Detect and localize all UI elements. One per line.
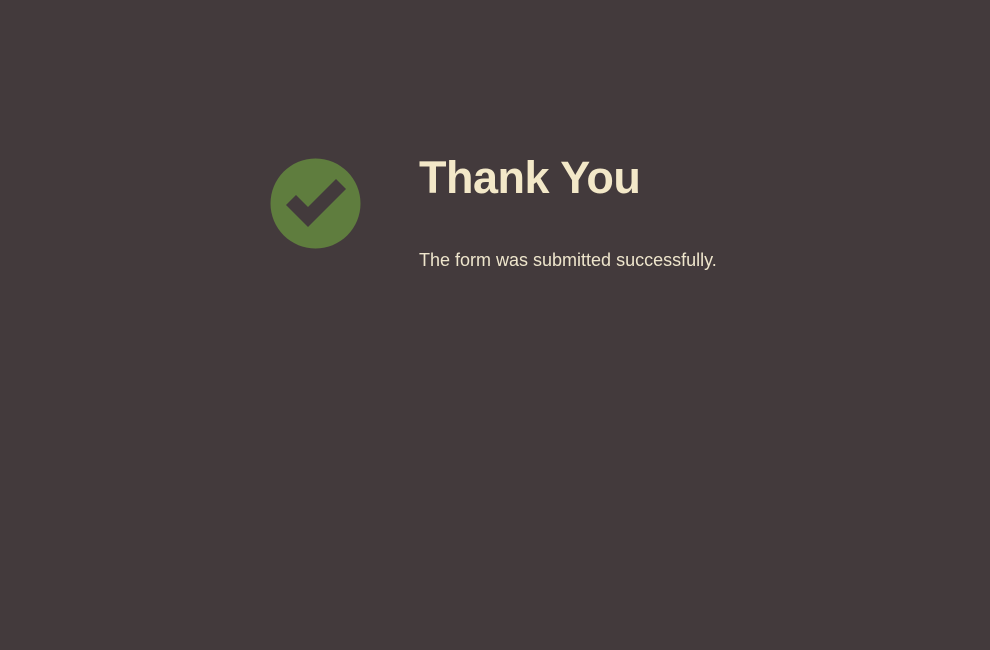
check-circle-icon	[270, 158, 361, 249]
success-message: The form was submitted successfully.	[419, 250, 717, 270]
success-title: Thank You	[419, 152, 641, 203]
success-confirmation: Thank You The form was submitted success…	[270, 150, 770, 290]
